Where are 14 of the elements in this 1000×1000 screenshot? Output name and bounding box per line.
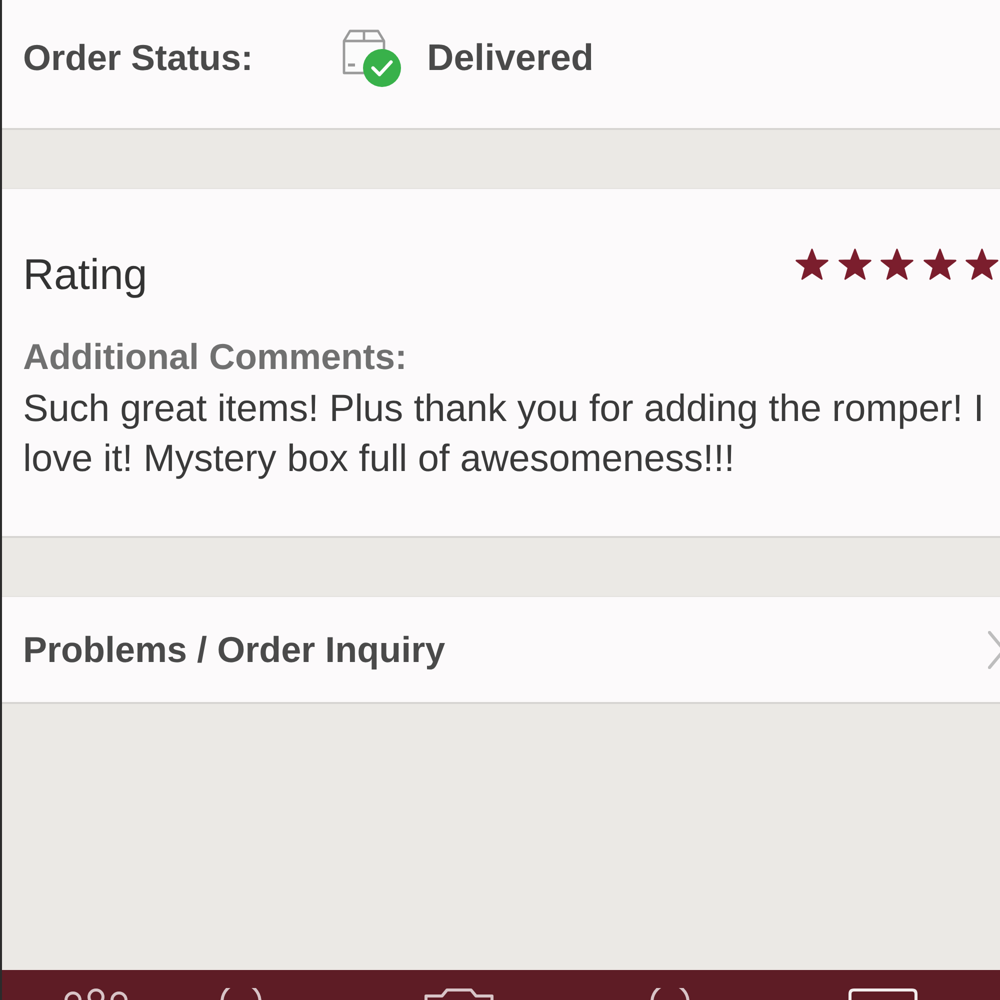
star-icon xyxy=(965,248,999,281)
order-status-label: Order Status: xyxy=(23,36,254,80)
camera-icon[interactable] xyxy=(424,988,494,1000)
order-status-value: Delivered xyxy=(427,36,594,80)
comment-text: Such great items! Plus thank you for adding the romper! I love it! Mystery box full of awesomeness!!! xyxy=(23,387,986,482)
star-icon xyxy=(838,248,872,281)
star-icon xyxy=(922,248,956,281)
star-icon xyxy=(880,248,914,281)
rating-title: Rating xyxy=(23,250,148,300)
comments-label: Additional Comments: xyxy=(23,335,407,379)
people-icon[interactable] xyxy=(64,988,128,1000)
star-icon xyxy=(795,248,829,281)
order-inquiry-row[interactable]: Problems / Order Inquiry xyxy=(2,596,1000,704)
chevron-icon xyxy=(988,630,1000,668)
